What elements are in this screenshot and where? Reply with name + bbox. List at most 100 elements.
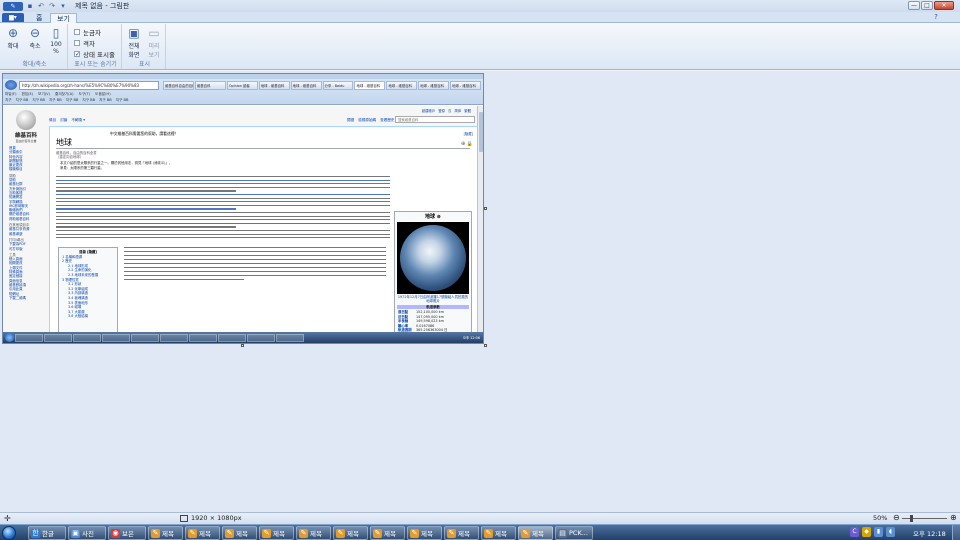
network-icon[interactable]: ▮ <box>874 527 883 537</box>
browser-tab: Opinion 讀者 <box>226 81 258 90</box>
zoom-in-label: 확대 <box>7 43 19 50</box>
browser-tab: 地球 - 維基百科 <box>258 81 290 90</box>
shield-icon[interactable]: ◆ <box>862 527 871 537</box>
taskbar-button-label: 제목 <box>421 530 433 538</box>
taskbar-button[interactable]: ▤ PCK... <box>555 526 593 540</box>
taskbar-button[interactable]: ✎ 제목 <box>296 526 331 540</box>
paint-icon: ✎ <box>225 528 234 538</box>
chrome-icon: ◉ <box>111 528 120 538</box>
taskbar-button[interactable]: ✎ 제목 <box>148 526 183 540</box>
taskbar-button-label: 제목 <box>495 530 507 538</box>
statusbar-checkbox-box[interactable]: ✓ <box>74 51 80 58</box>
paint-icon: ✎ <box>484 528 493 538</box>
text-line <box>124 259 386 261</box>
browser-tab: 地球 - 維基百科 <box>354 81 386 90</box>
volume-icon[interactable]: ◖ <box>886 527 895 537</box>
resize-handle-corner[interactable] <box>484 344 487 347</box>
text-line <box>124 251 386 253</box>
taskbar-button[interactable]: ✎ 제목 <box>370 526 405 540</box>
captured-taskbar-item <box>102 333 130 342</box>
taskbar: 한 한글 ▣ 사진 ◉ 보은 ✎ 제목 ✎ 제목 ✎ 제목 ✎ 제목 ✎ 제목 ✎ 제목 ✎ 제목 ✎ 제목 ✎ 제목 ✎ 제목 ✎… <box>0 524 960 540</box>
taskbar-button-label: 제목 <box>310 530 322 538</box>
taskbar-button[interactable]: ✎ 제목 <box>259 526 294 540</box>
text-line <box>56 204 390 207</box>
rulers-checkbox[interactable]: 눈금자 <box>74 27 101 37</box>
actual-size-button[interactable]: ▯ 100 % <box>47 26 65 55</box>
taskbar-button[interactable]: ✎ 제목 <box>185 526 220 540</box>
taskbar-clock[interactable]: 오후 12:18 <box>913 528 946 538</box>
rulers-checkbox-box[interactable] <box>74 29 80 35</box>
text-line <box>124 267 386 269</box>
taskbar-button[interactable]: ✎ 제목 <box>222 526 257 540</box>
infobox-title: 地球 ⊕ <box>425 214 441 220</box>
paint-menu-button[interactable]: ▆▾ <box>2 13 24 22</box>
taskbar-button[interactable]: ✎ 제목 <box>407 526 442 540</box>
taskbar-button[interactable]: ✎ 제목 <box>518 526 553 540</box>
wiki-tab: 檢視原始碼 <box>358 118 377 122</box>
tab-view[interactable]: 보기 <box>50 13 77 23</box>
undo-icon[interactable]: ↶ <box>37 2 45 10</box>
zoom-group-label: 확대/축소 <box>22 61 47 68</box>
wiki-sitenotice-hide: [隐藏] <box>463 132 473 136</box>
redo-icon[interactable]: ↷ <box>48 2 56 10</box>
text-line <box>56 194 390 196</box>
taskbar-button[interactable]: ✎ 제목 <box>481 526 516 540</box>
browser-tab: 維基百科 <box>194 81 226 90</box>
browser-tab: 分享 - Baidu <box>322 81 354 90</box>
minimize-button[interactable]: — <box>908 1 920 10</box>
show-hide-group: 눈금자 격자 ✓ 상태 표시줄 표시 또는 숨기기 <box>70 24 122 69</box>
ribbon: ⊕ 확대 ⊖ 축소 ▯ 100 % 확대/축소 눈금자 격자 ✓ 상태 표시줄 … <box>0 23 960 70</box>
tab-home[interactable]: 홈 <box>30 13 48 23</box>
maximize-button[interactable]: □ <box>921 1 933 10</box>
wiki-toc: 目錄 [隐藏] 1 名稱和語源 2 歷史 2.1 地球形成 2.2 生命的演化 2.3 … <box>58 247 118 332</box>
taskbar-button[interactable]: ✎ 제목 <box>444 526 479 540</box>
wiki-sidebar-link: 隨機條目 <box>9 167 23 172</box>
zoom-out-icon: ⊖ <box>29 26 41 40</box>
show-desktop-button[interactable] <box>952 525 960 540</box>
resize-handle-bottom[interactable] <box>241 344 244 347</box>
favorites-bar: 지구 지구 BB 지구 BB 지구 BB 지구 BB 지구 BB 지구 BB 지구 BB <box>5 98 128 103</box>
wiki-personal-link: 繁體 <box>464 109 471 113</box>
customize-quick-access-icon[interactable]: ▾ <box>59 2 67 10</box>
wiki-tab: 查看歷史 <box>380 118 395 122</box>
text-line <box>56 201 390 203</box>
app-icon: ▤ <box>558 528 567 538</box>
wiki-sitenotice: 中文維基百科需要您的幫助，請看這裡！ <box>110 131 179 136</box>
zoom-out-small-button[interactable]: ⊖ <box>893 513 900 523</box>
zoom-slider-thumb[interactable] <box>909 515 913 522</box>
wiki-personal-link: 简体 <box>454 109 462 113</box>
wiki-logo-subtitle: 自由的百科全書 <box>15 139 37 143</box>
close-button[interactable]: ✕ <box>934 1 954 10</box>
window-title: 제목 없음 - 그림판 <box>75 2 130 10</box>
canvas-image[interactable]: http://zh.wikipedia.org/zh-hans/%E5%9C%B… <box>2 73 484 344</box>
resize-handle-right[interactable] <box>484 207 487 210</box>
taskbar-button[interactable]: ▣ 사진 <box>68 526 106 540</box>
photo-icon: ▣ <box>71 528 80 538</box>
save-icon[interactable]: ▪ <box>26 2 34 10</box>
gridlines-checkbox[interactable]: 격자 <box>74 38 95 48</box>
help-icon[interactable]: ? <box>932 13 940 21</box>
taskbar-button[interactable]: ✎ 제목 <box>333 526 368 540</box>
captured-taskbar-item <box>247 333 275 342</box>
gridlines-checkbox-box[interactable] <box>74 40 80 46</box>
browser-tab: 地球 - 維基百科 <box>418 81 450 90</box>
zoom-group: ⊕ 확대 ⊖ 축소 ▯ 100 % 확대/축소 <box>2 24 68 69</box>
statusbar-checkbox[interactable]: ✓ 상태 표시줄 <box>74 49 115 59</box>
c-icon[interactable]: C <box>850 527 859 537</box>
browser-tab: 地球 - 維基百科 <box>386 81 418 90</box>
start-button[interactable] <box>2 526 16 540</box>
zoom-in-button[interactable]: ⊕ 확대 <box>4 26 22 50</box>
taskbar-button[interactable]: 한 한글 <box>28 526 66 540</box>
wiki-hatnotes: 本文介紹的是太陽系的行星之一。關於其他用法，請見「地球 (消歧义)」。 參見：太… <box>60 161 172 171</box>
address-bar: http://zh.wikipedia.org/zh-hans/%E5%9C%B… <box>19 81 159 90</box>
zoom-out-button[interactable]: ⊖ 축소 <box>26 26 44 50</box>
zoom-in-small-button[interactable]: ⊕ <box>950 513 957 523</box>
taskbar-button[interactable]: ◉ 보은 <box>108 526 146 540</box>
thumbnail-button[interactable]: ▭ 미리 보기 <box>145 26 163 59</box>
paint-app-icon[interactable]: ✎ <box>3 1 23 11</box>
taskbar-button-label: 제목 <box>273 530 285 538</box>
fullscreen-button[interactable]: ▣ 전체 화면 <box>125 26 143 59</box>
taskbar-button-label: 제목 <box>532 530 544 538</box>
paint-icon: ✎ <box>410 528 419 538</box>
status-bar: ✛ 1920 × 1080px 50% ⊖ ⊕ <box>0 512 960 524</box>
